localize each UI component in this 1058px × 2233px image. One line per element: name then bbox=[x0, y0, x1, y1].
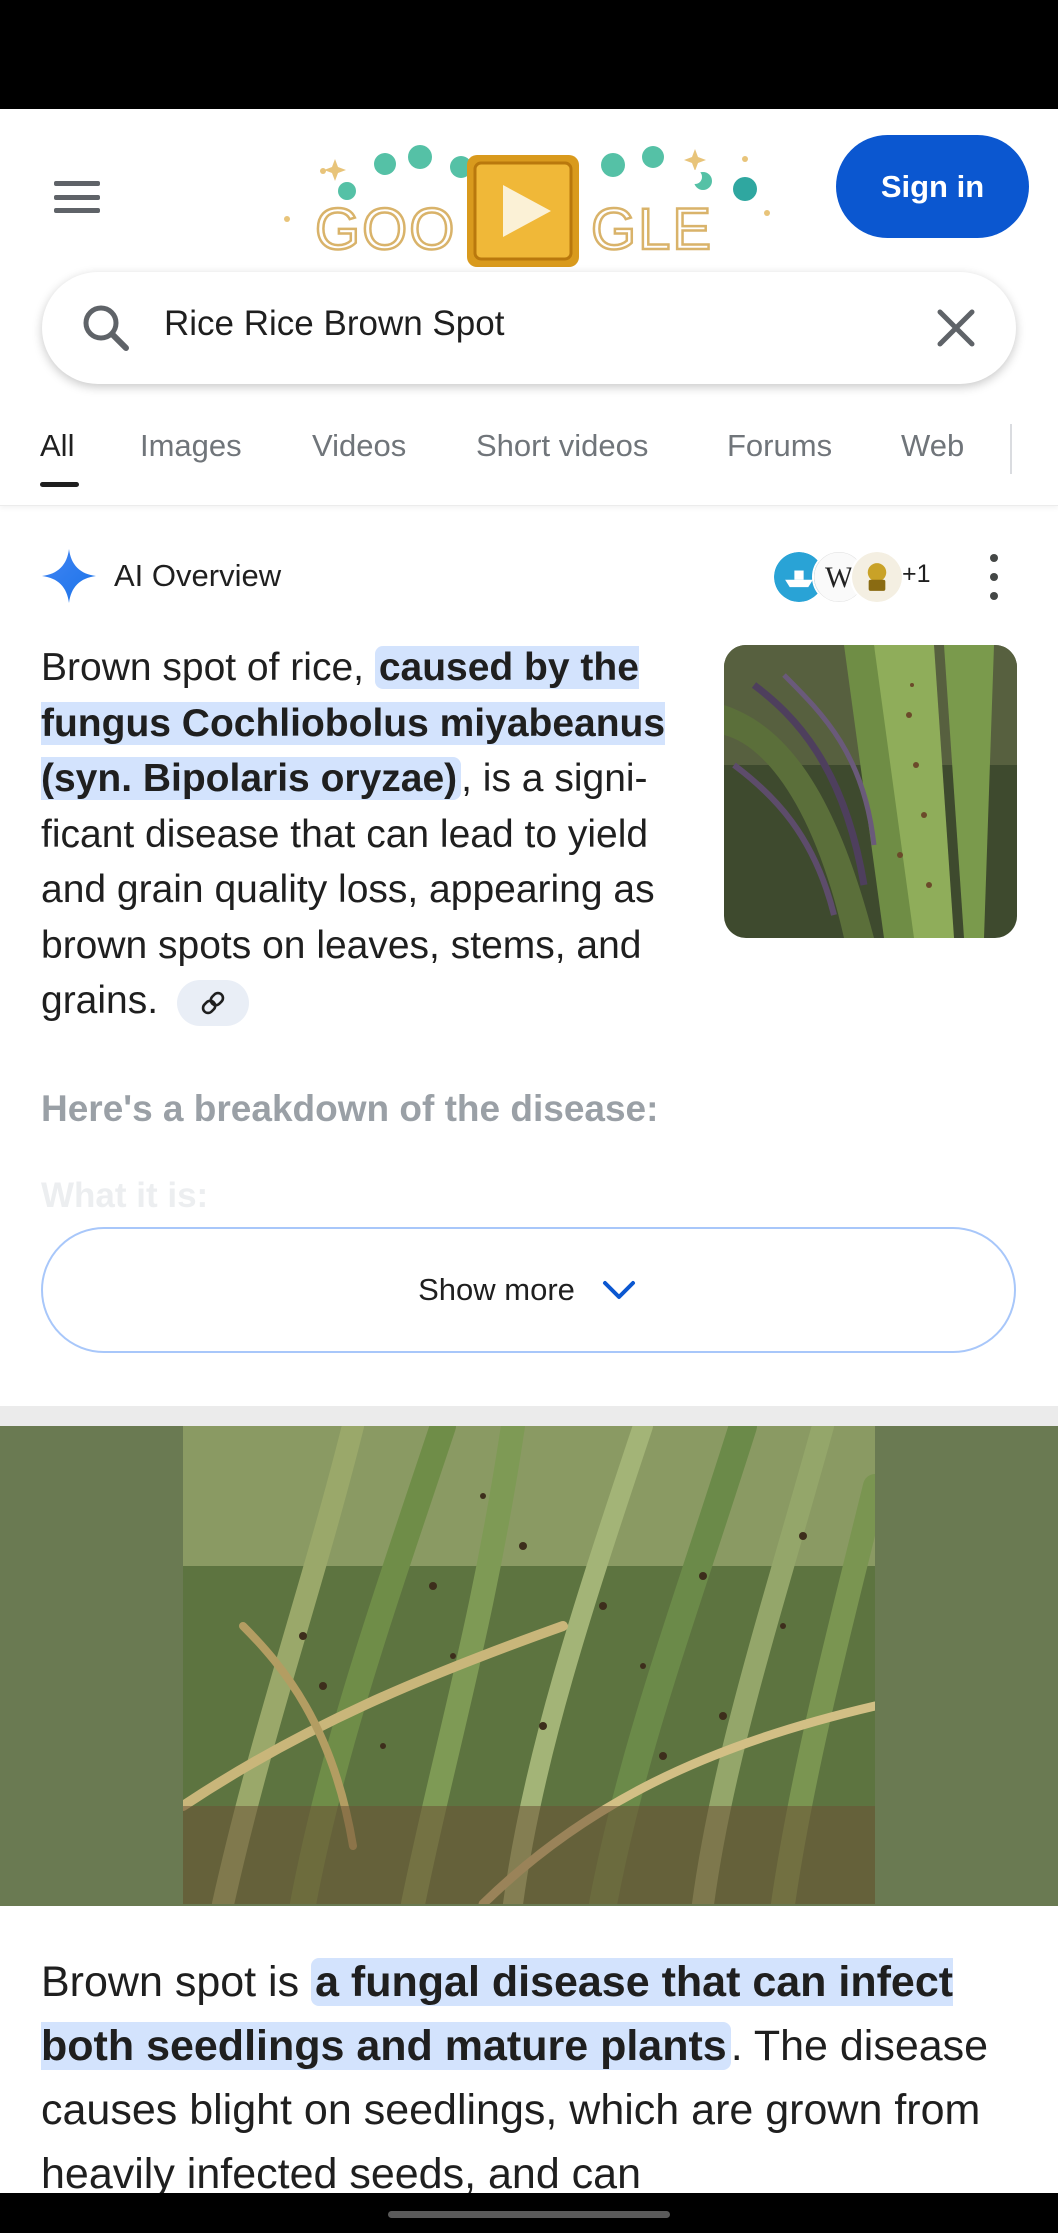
ai-overview-title: AI Overview bbox=[114, 558, 282, 593]
header: GOO GLE Sign in bbox=[0, 109, 1058, 269]
show-more-label: Show more bbox=[418, 1272, 575, 1307]
close-icon[interactable] bbox=[930, 302, 982, 354]
result-image-band bbox=[0, 1426, 1058, 1906]
faded-subheading: What it is: bbox=[41, 1176, 209, 1215]
show-more-button[interactable]: Show more bbox=[41, 1227, 1016, 1353]
ai-overview-header: AI Overview W +1 bbox=[0, 540, 1058, 612]
tab-images[interactable]: Images bbox=[140, 428, 242, 464]
tabs-divider bbox=[1010, 424, 1012, 474]
more-options-icon[interactable] bbox=[982, 554, 1006, 600]
svg-text:GOO: GOO bbox=[315, 197, 456, 262]
ai-sparkle-icon bbox=[42, 549, 96, 603]
tab-all[interactable]: All bbox=[40, 428, 74, 464]
tab-short-videos[interactable]: Short videos bbox=[476, 428, 648, 464]
svg-text:GLE: GLE bbox=[591, 197, 713, 262]
sign-in-button[interactable]: Sign in bbox=[836, 135, 1029, 238]
menu-icon[interactable] bbox=[40, 169, 114, 225]
google-doodle-logo[interactable]: GOO GLE bbox=[275, 129, 785, 269]
tab-web[interactable]: Web bbox=[901, 428, 964, 464]
article-text-start: Brown spot is bbox=[41, 1958, 312, 2006]
emblem-source-icon[interactable] bbox=[850, 550, 904, 604]
rice-leaf-thumbnail[interactable] bbox=[724, 645, 1017, 938]
section-separator bbox=[0, 1406, 1058, 1426]
search-box[interactable]: Rice Rice Brown Spot bbox=[42, 272, 1016, 384]
search-tabs: All Images Videos Short videos Forums We… bbox=[0, 420, 1058, 506]
source-count[interactable]: +1 bbox=[902, 560, 931, 589]
chevron-down-icon bbox=[602, 1281, 635, 1299]
rice-field-image[interactable] bbox=[183, 1426, 875, 1904]
search-icon[interactable] bbox=[78, 300, 134, 356]
ai-overview-text: Brown spot of rice, caused by the fungus… bbox=[41, 640, 706, 1029]
tab-videos[interactable]: Videos bbox=[312, 428, 406, 464]
breakdown-heading: Here's a breakdown of the disease: bbox=[41, 1088, 659, 1129]
search-input[interactable]: Rice Rice Brown Spot bbox=[164, 304, 504, 344]
article-snippet: Brown spot is a fungal disease that can … bbox=[41, 1950, 1031, 2206]
ai-text-start: Brown spot of rice, bbox=[41, 646, 375, 689]
tab-forums[interactable]: Forums bbox=[727, 428, 832, 464]
link-chip[interactable] bbox=[176, 979, 249, 1026]
link-icon bbox=[201, 991, 225, 1014]
navigation-bar bbox=[0, 2193, 1058, 2233]
active-tab-indicator bbox=[40, 482, 79, 487]
status-bar bbox=[0, 0, 1058, 109]
home-gesture-handle[interactable] bbox=[388, 2211, 670, 2218]
svg-text:W: W bbox=[825, 562, 853, 594]
